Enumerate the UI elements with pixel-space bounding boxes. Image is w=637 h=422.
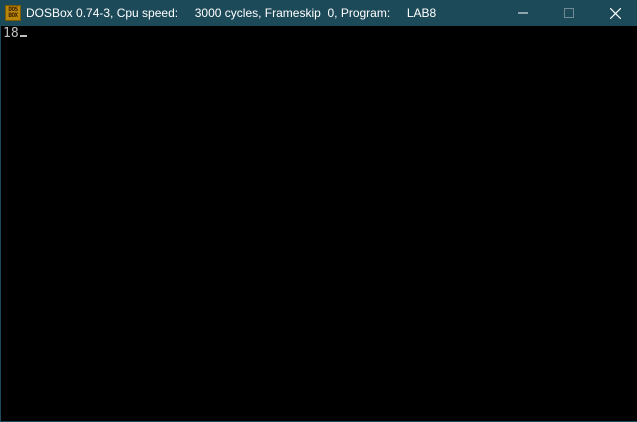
console-output-text: 18	[3, 26, 19, 41]
dosbox-window: DOS BOX DOSBox 0.74-3, Cpu speed: 3000 c…	[0, 0, 637, 422]
close-icon	[609, 7, 621, 19]
dosbox-icon[interactable]: DOS BOX	[5, 5, 21, 21]
minimize-button[interactable]	[500, 0, 546, 26]
text-cursor	[19, 35, 27, 37]
maximize-icon	[564, 8, 574, 18]
window-title: DOSBox 0.74-3, Cpu speed: 3000 cycles, F…	[26, 6, 437, 20]
title-bar[interactable]: DOS BOX DOSBox 0.74-3, Cpu speed: 3000 c…	[1, 0, 637, 26]
icon-label-bottom: BOX	[8, 12, 18, 19]
console-output-line: 18	[3, 27, 27, 41]
maximize-button[interactable]	[546, 0, 592, 26]
close-button[interactable]	[592, 0, 637, 26]
minimize-icon	[518, 12, 528, 14]
dos-console[interactable]: 18	[2, 26, 637, 421]
